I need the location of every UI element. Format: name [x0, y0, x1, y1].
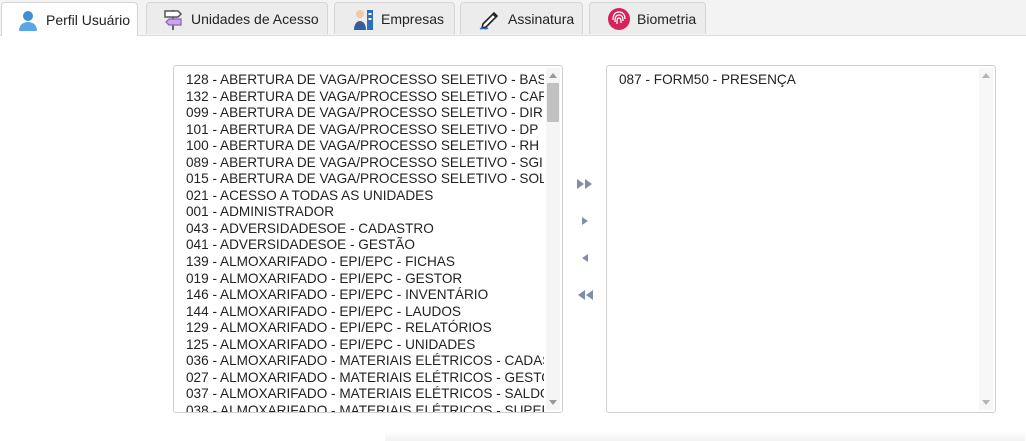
- list-item[interactable]: 036 - ALMOXARIFADO - MATERIAIS ELÉTRICOS…: [186, 353, 544, 370]
- selected-list-scrollbar[interactable]: [979, 68, 993, 410]
- business-person-icon: [351, 7, 375, 31]
- tab-empresas[interactable]: Empresas: [334, 2, 455, 34]
- double-chevron-right-icon: [577, 179, 592, 189]
- list-item[interactable]: 129 - ALMOXARIFADO - EPI/EPC - RELATÓRIO…: [186, 320, 544, 337]
- list-item[interactable]: 125 - ALMOXARIFADO - EPI/EPC - UNIDADES: [186, 337, 544, 354]
- list-item[interactable]: 101 - ABERTURA DE VAGA/PROCESSO SELETIVO…: [186, 122, 544, 139]
- scroll-down-arrow[interactable]: [982, 400, 990, 405]
- list-item[interactable]: 087 - FORM50 - PRESENÇA: [619, 72, 977, 89]
- chevron-left-icon: [582, 254, 588, 262]
- list-item[interactable]: 019 - ALMOXARIFADO - EPI/EPC - GESTOR: [186, 271, 544, 288]
- list-item[interactable]: 037 - ALMOXARIFADO - MATERIAIS ELÉTRICOS…: [186, 386, 544, 403]
- user-profile-icon: [16, 8, 40, 32]
- list-item[interactable]: 128 - ABERTURA DE VAGA/PROCESSO SELETIVO…: [186, 72, 544, 89]
- selected-items: 087 - FORM50 - PRESENÇA: [619, 72, 977, 89]
- scroll-down-arrow[interactable]: [549, 400, 557, 405]
- list-item[interactable]: 100 - ABERTURA DE VAGA/PROCESSO SELETIVO…: [186, 138, 544, 155]
- tab-label: Perfil Usuário: [46, 11, 131, 28]
- move-all-left-button[interactable]: [574, 286, 596, 304]
- signpost-icon: [161, 7, 185, 31]
- bottom-shade: [385, 432, 1025, 441]
- tab-bar: Perfil Usuário Unidades de Acesso Empres…: [0, 0, 1026, 36]
- tab-label: Unidades de Acesso: [191, 10, 319, 27]
- move-left-button[interactable]: [574, 249, 596, 267]
- list-item[interactable]: 001 - ADMINISTRADOR: [186, 204, 544, 221]
- list-item[interactable]: 015 - ABERTURA DE VAGA/PROCESSO SELETIVO…: [186, 171, 544, 188]
- scroll-up-arrow[interactable]: [982, 73, 990, 78]
- list-item[interactable]: 139 - ALMOXARIFADO - EPI/EPC - FICHAS: [186, 254, 544, 271]
- scroll-thumb[interactable]: [547, 83, 559, 122]
- available-items: 128 - ABERTURA DE VAGA/PROCESSO SELETIVO…: [186, 72, 544, 412]
- double-chevron-left-icon: [578, 290, 593, 300]
- available-profiles-list[interactable]: 128 - ABERTURA DE VAGA/PROCESSO SELETIVO…: [173, 65, 563, 413]
- tab-biometria[interactable]: Biometria: [589, 2, 706, 34]
- scroll-up-arrow[interactable]: [549, 73, 557, 78]
- pen-signature-icon: [478, 7, 502, 31]
- tab-label: Biometria: [637, 10, 697, 27]
- move-all-right-button[interactable]: [574, 175, 596, 193]
- tab-label: Assinatura: [508, 10, 575, 27]
- selected-profiles-list[interactable]: 087 - FORM50 - PRESENÇA: [606, 65, 996, 413]
- list-item[interactable]: 021 - ACESSO A TODAS AS UNIDADES: [186, 188, 544, 205]
- list-item[interactable]: 027 - ALMOXARIFADO - MATERIAIS ELÉTRICOS…: [186, 370, 544, 387]
- tab-assinatura[interactable]: Assinatura: [460, 2, 583, 34]
- fingerprint-icon: [607, 7, 631, 31]
- chevron-right-icon: [582, 217, 588, 225]
- list-item[interactable]: 146 - ALMOXARIFADO - EPI/EPC - INVENTÁRI…: [186, 287, 544, 304]
- list-item[interactable]: 089 - ABERTURA DE VAGA/PROCESSO SELETIVO…: [186, 155, 544, 172]
- list-item[interactable]: 132 - ABERTURA DE VAGA/PROCESSO SELETIVO…: [186, 89, 544, 106]
- list-item[interactable]: 038 - ALMOXARIFADO - MATERIAIS ELÉTRICOS…: [186, 403, 544, 412]
- tab-perfil-usuario[interactable]: Perfil Usuário: [1, 2, 138, 36]
- available-list-scrollbar[interactable]: [546, 68, 560, 410]
- list-item[interactable]: 099 - ABERTURA DE VAGA/PROCESSO SELETIVO…: [186, 105, 544, 122]
- list-item[interactable]: 043 - ADVERSIDADESOE - CADASTRO: [186, 221, 544, 238]
- move-right-button[interactable]: [574, 212, 596, 230]
- tab-unidades-de-acesso[interactable]: Unidades de Acesso: [146, 2, 328, 34]
- list-item[interactable]: 144 - ALMOXARIFADO - EPI/EPC - LAUDOS: [186, 304, 544, 321]
- tab-label: Empresas: [381, 10, 445, 27]
- list-item[interactable]: 041 - ADVERSIDADESOE - GESTÃO: [186, 237, 544, 254]
